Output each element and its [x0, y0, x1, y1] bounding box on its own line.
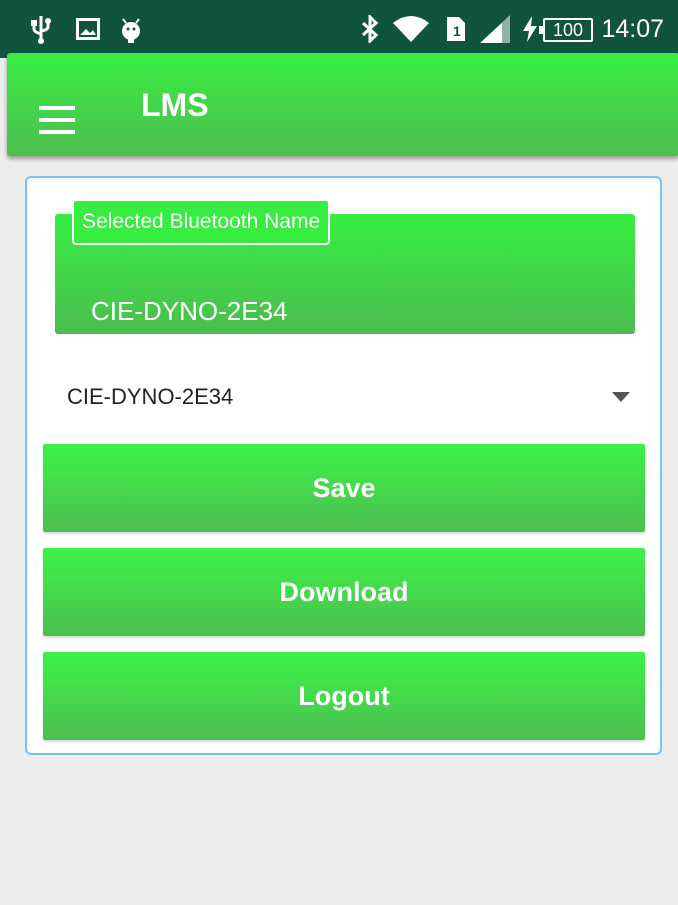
- bluetooth-icon: [358, 0, 382, 58]
- svg-text:1: 1: [453, 23, 461, 39]
- hamburger-menu-icon[interactable]: [39, 106, 77, 136]
- wifi-icon: [392, 0, 430, 58]
- settings-card: CIE-DYNO-2E34 Selected Bluetooth Name CI…: [25, 176, 662, 755]
- app-bar: LMS: [7, 53, 678, 156]
- dropdown-selected-value: CIE-DYNO-2E34: [67, 384, 234, 409]
- android-icon: [117, 0, 145, 58]
- charging-icon: [520, 0, 540, 58]
- logout-button[interactable]: Logout: [43, 652, 645, 740]
- sim-icon: 1: [446, 0, 466, 58]
- status-bar: 1 100 14:07: [0, 0, 678, 58]
- signal-icon: [478, 0, 512, 58]
- download-button[interactable]: Download: [43, 548, 645, 636]
- dropdown-arrow-icon: [612, 392, 630, 402]
- usb-icon: [26, 0, 56, 58]
- page-title: LMS: [141, 87, 209, 123]
- bluetooth-device-dropdown[interactable]: CIE-DYNO-2E34: [43, 366, 648, 428]
- image-icon: [74, 0, 102, 58]
- selected-bluetooth-value: CIE-DYNO-2E34: [91, 296, 288, 326]
- status-time: 14:07: [601, 15, 664, 43]
- selected-bluetooth-label: Selected Bluetooth Name: [72, 199, 331, 245]
- save-button[interactable]: Save: [43, 444, 645, 532]
- battery-indicator: 100: [539, 18, 593, 42]
